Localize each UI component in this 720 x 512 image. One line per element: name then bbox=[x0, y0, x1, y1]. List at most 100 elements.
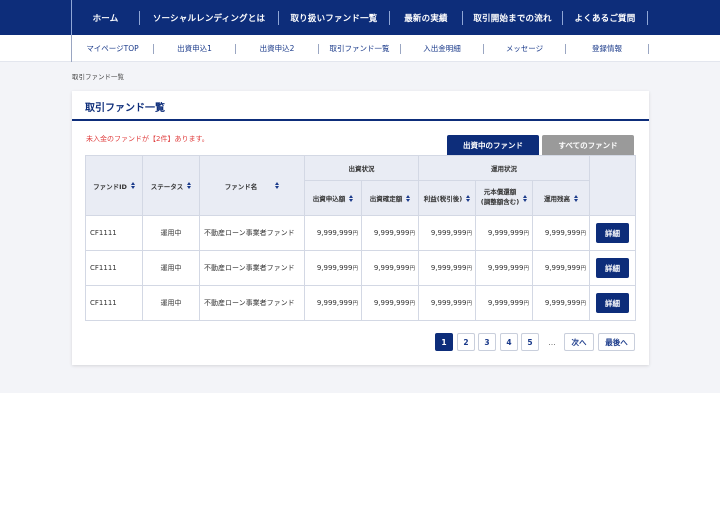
cell-status: 運用中 bbox=[142, 215, 200, 251]
table-row: CF1111 運用中 不動産ローン事業者ファンド 9,999,999円 9,99… bbox=[85, 250, 636, 286]
header-profit-label: 利益(税引後) bbox=[423, 195, 463, 203]
sub-nav: マイページTOP 出資申込1 出資申込2 取引ファンド一覧 入出金明細 メッセー… bbox=[0, 35, 720, 62]
header-status[interactable]: ステータス bbox=[142, 155, 200, 216]
sort-icon bbox=[466, 194, 471, 202]
header-principal-line1: 元本償還額 bbox=[483, 188, 517, 197]
page-title: 取引ファンド一覧 bbox=[85, 103, 165, 114]
sort-icon bbox=[406, 194, 411, 202]
principal-value: 9,999,999 bbox=[487, 229, 524, 237]
detail-button[interactable]: 詳細 bbox=[596, 258, 629, 278]
yen-unit: 円 bbox=[580, 301, 586, 307]
header-applied-amount[interactable]: 出資申込額 bbox=[304, 180, 362, 216]
cell-profit: 9,999,999円 bbox=[418, 250, 476, 286]
sub-nav-deposit-withdrawal[interactable]: 入出金明細 bbox=[401, 43, 484, 54]
last-page-button[interactable]: 最後へ bbox=[598, 333, 635, 351]
tab-all-funds[interactable]: すべてのファンド bbox=[542, 135, 634, 155]
header-confirmed-amount[interactable]: 出資確定額 bbox=[361, 180, 419, 216]
pagination-ellipsis: … bbox=[548, 337, 556, 347]
sort-icon bbox=[275, 182, 280, 189]
cell-applied: 9,999,999円 bbox=[304, 215, 362, 251]
yen-unit: 円 bbox=[409, 231, 415, 237]
table-row: CF1111 運用中 不動産ローン事業者ファンド 9,999,999円 9,99… bbox=[85, 285, 636, 321]
top-nav-getting-started[interactable]: 取引開始までの流れ bbox=[463, 10, 563, 25]
detail-button[interactable]: 詳細 bbox=[596, 293, 629, 313]
balance-value: 9,999,999 bbox=[544, 299, 581, 307]
yen-unit: 円 bbox=[466, 231, 472, 237]
sort-icon bbox=[349, 194, 354, 202]
page-3-button[interactable]: 3 bbox=[478, 333, 496, 351]
yen-unit: 円 bbox=[352, 231, 358, 237]
page-4-button[interactable]: 4 bbox=[500, 333, 518, 351]
cell-action: 詳細 bbox=[589, 285, 636, 321]
confirmed-value: 9,999,999 bbox=[373, 229, 410, 237]
header-profit[interactable]: 利益(税引後) bbox=[418, 180, 476, 216]
yen-unit: 円 bbox=[523, 266, 529, 272]
sub-nav-registration[interactable]: 登録情報 bbox=[566, 43, 649, 54]
profit-value: 9,999,999 bbox=[430, 229, 467, 237]
yen-unit: 円 bbox=[409, 266, 415, 272]
table-row: CF1111 運用中 不動産ローン事業者ファンド 9,999,999円 9,99… bbox=[85, 215, 636, 251]
cell-principal: 9,999,999円 bbox=[475, 250, 533, 286]
applied-value: 9,999,999 bbox=[316, 229, 353, 237]
cell-confirmed: 9,999,999円 bbox=[361, 250, 419, 286]
sub-nav-application-2[interactable]: 出資申込2 bbox=[236, 43, 319, 54]
sub-nav-list: マイページTOP 出資申込1 出資申込2 取引ファンド一覧 入出金明細 メッセー… bbox=[71, 35, 649, 62]
yen-unit: 円 bbox=[523, 231, 529, 237]
cell-balance: 9,999,999円 bbox=[532, 215, 590, 251]
header-actions bbox=[589, 155, 636, 216]
cell-principal: 9,999,999円 bbox=[475, 215, 533, 251]
cell-balance: 9,999,999円 bbox=[532, 250, 590, 286]
detail-button[interactable]: 詳細 bbox=[596, 223, 629, 243]
yen-unit: 円 bbox=[409, 301, 415, 307]
header-fund-name-label: ファンド名 bbox=[224, 182, 258, 191]
header-operation-status: 運用状況 bbox=[418, 155, 590, 181]
header-status-label: ステータス bbox=[150, 182, 184, 191]
next-page-button[interactable]: 次へ bbox=[564, 333, 594, 351]
balance-value: 9,999,999 bbox=[544, 229, 581, 237]
cell-action: 詳細 bbox=[589, 215, 636, 251]
cell-confirmed: 9,999,999円 bbox=[361, 215, 419, 251]
confirmed-value: 9,999,999 bbox=[373, 264, 410, 272]
top-nav: ホーム ソーシャルレンディングとは 取り扱いファンド一覧 最新の実績 取引開始ま… bbox=[0, 0, 720, 35]
header-principal-redemption[interactable]: 元本償還額 (調整額含む) bbox=[475, 180, 533, 216]
profit-value: 9,999,999 bbox=[430, 264, 467, 272]
tab-active-funds[interactable]: 出資中のファンド bbox=[447, 135, 539, 155]
header-fund-id[interactable]: ファンドID bbox=[85, 155, 143, 216]
cell-applied: 9,999,999円 bbox=[304, 250, 362, 286]
cell-fund-name: 不動産ローン事業者ファンド bbox=[199, 215, 305, 251]
cell-fund-name: 不動産ローン事業者ファンド bbox=[199, 250, 305, 286]
header-fund-id-label: ファンドID bbox=[93, 182, 127, 191]
header-balance[interactable]: 運用残高 bbox=[532, 180, 590, 216]
sort-icon bbox=[523, 194, 528, 202]
sub-nav-fund-list[interactable]: 取引ファンド一覧 bbox=[319, 43, 401, 54]
cell-confirmed: 9,999,999円 bbox=[361, 285, 419, 321]
sub-nav-messages[interactable]: メッセージ bbox=[484, 43, 566, 54]
top-nav-faq[interactable]: よくあるご質問 bbox=[563, 10, 648, 25]
sub-nav-application-1[interactable]: 出資申込1 bbox=[154, 43, 236, 54]
top-nav-about-social-lending[interactable]: ソーシャルレンディングとは bbox=[140, 10, 279, 25]
top-nav-fund-list[interactable]: 取り扱いファンド一覧 bbox=[279, 10, 390, 25]
header-fund-name[interactable]: ファンド名 bbox=[199, 155, 305, 216]
yen-unit: 円 bbox=[523, 301, 529, 307]
top-nav-home[interactable]: ホーム bbox=[72, 10, 140, 25]
title-divider bbox=[72, 119, 649, 121]
fund-list-card: 取引ファンド一覧 未入金のファンドが【2件】あります。 出資中のファンド すべて… bbox=[72, 91, 649, 365]
page-1-button[interactable]: 1 bbox=[435, 333, 453, 351]
page-5-button[interactable]: 5 bbox=[521, 333, 539, 351]
cell-applied: 9,999,999円 bbox=[304, 285, 362, 321]
sort-icon bbox=[130, 182, 135, 189]
profit-value: 9,999,999 bbox=[430, 299, 467, 307]
cell-fund-id: CF1111 bbox=[85, 250, 143, 286]
yen-unit: 円 bbox=[466, 301, 472, 307]
page-2-button[interactable]: 2 bbox=[457, 333, 475, 351]
header-principal-line2: (調整額含む) bbox=[480, 198, 520, 206]
yen-unit: 円 bbox=[580, 231, 586, 237]
principal-value: 9,999,999 bbox=[487, 264, 524, 272]
yen-unit: 円 bbox=[352, 266, 358, 272]
top-nav-latest-results[interactable]: 最新の実績 bbox=[390, 10, 463, 25]
cell-principal: 9,999,999円 bbox=[475, 285, 533, 321]
cell-action: 詳細 bbox=[589, 250, 636, 286]
cell-profit: 9,999,999円 bbox=[418, 215, 476, 251]
sort-icon bbox=[574, 194, 578, 202]
sub-nav-mypage-top[interactable]: マイページTOP bbox=[72, 43, 154, 54]
